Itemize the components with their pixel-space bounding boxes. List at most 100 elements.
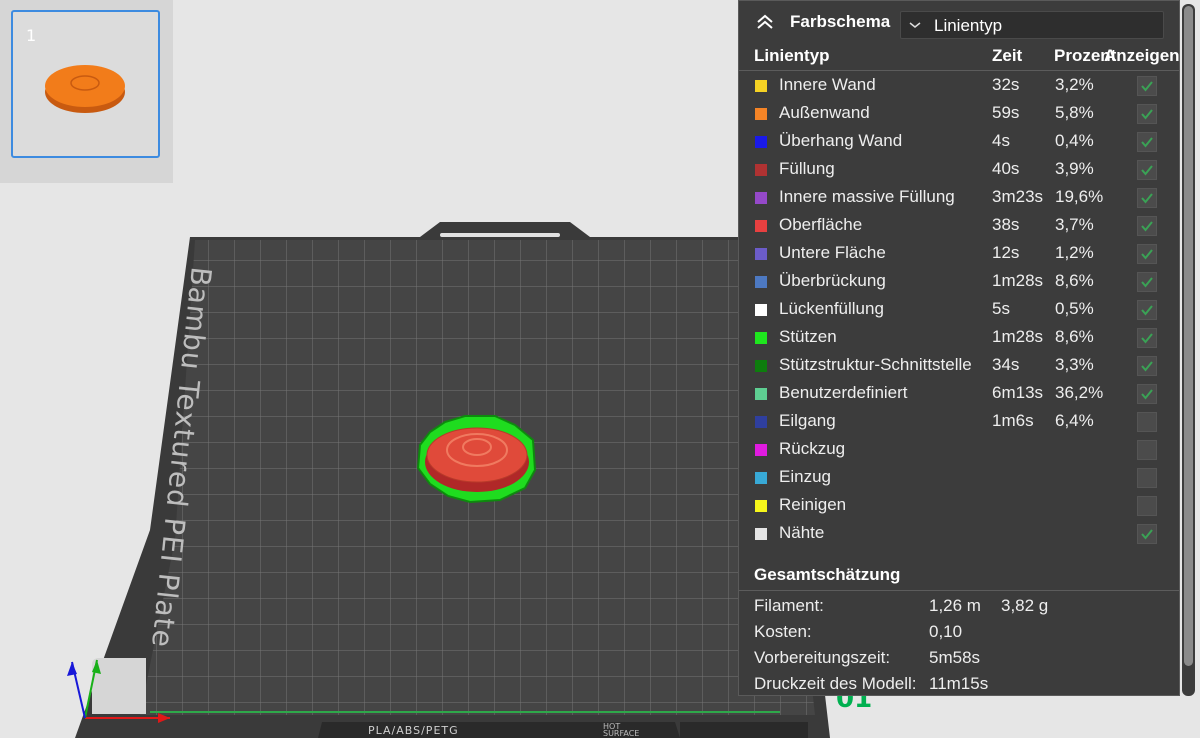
- summary-value: 1,26 m: [929, 596, 981, 615]
- checkmark-icon: [1141, 529, 1153, 540]
- line-type-time: 5s: [992, 299, 1010, 318]
- legend-row: Reinigen: [739, 492, 1179, 520]
- plate-thumbnail-area: 1: [0, 0, 173, 183]
- line-type-name: Rückzug: [779, 439, 846, 458]
- legend-row: Innere Wand 32s 3,2%: [739, 72, 1179, 100]
- plate-warning-label: HOT SURFACE: [603, 722, 640, 738]
- legend-scrollbar-thumb[interactable]: [1184, 6, 1193, 666]
- show-checkbox[interactable]: [1137, 300, 1157, 320]
- show-checkbox[interactable]: [1137, 76, 1157, 96]
- line-type-time: 6m13s: [992, 383, 1044, 402]
- line-type-name: Benutzerdefiniert: [779, 383, 908, 402]
- line-type-percent: 8,6%: [1055, 327, 1094, 346]
- line-type-time: 1m28s: [992, 327, 1044, 346]
- line-type-percent: 0,5%: [1055, 299, 1094, 318]
- show-checkbox[interactable]: [1137, 328, 1157, 348]
- view-type-select[interactable]: Linientyp: [900, 11, 1164, 39]
- line-type-name: Überbrückung: [779, 271, 886, 290]
- show-checkbox[interactable]: [1137, 272, 1157, 292]
- checkmark-icon: [1141, 305, 1153, 316]
- line-type-name: Stützen: [779, 327, 837, 346]
- line-type-name: Stützstruktur-Schnittstelle: [779, 355, 972, 374]
- checkmark-icon: [1141, 109, 1153, 120]
- summary-row: Druckzeit des Modell: 11m15s: [739, 672, 1179, 696]
- show-checkbox[interactable]: [1137, 440, 1157, 460]
- line-type-percent: 1,2%: [1055, 243, 1094, 262]
- line-type-name: Untere Fläche: [779, 243, 886, 262]
- color-swatch: [755, 108, 767, 120]
- legend-row: Benutzerdefiniert 6m13s 36,2%: [739, 380, 1179, 408]
- checkmark-icon: [1141, 249, 1153, 260]
- color-swatch: [755, 416, 767, 428]
- line-type-percent: 3,2%: [1055, 75, 1094, 94]
- show-checkbox[interactable]: [1137, 104, 1157, 124]
- line-type-name: Außenwand: [779, 103, 870, 122]
- color-swatch: [755, 136, 767, 148]
- show-checkbox[interactable]: [1137, 216, 1157, 236]
- line-type-time: 34s: [992, 355, 1020, 374]
- line-type-percent: 0,4%: [1055, 131, 1094, 150]
- line-type-name: Eilgang: [779, 411, 836, 430]
- checkmark-icon: [1141, 193, 1153, 204]
- column-header-time: Zeit: [992, 46, 1023, 65]
- show-checkbox[interactable]: [1137, 468, 1157, 488]
- legend-row: Einzug: [739, 464, 1179, 492]
- show-checkbox[interactable]: [1137, 524, 1157, 544]
- summary-row: Kosten: 0,10: [739, 620, 1179, 644]
- legend-row: Untere Fläche 12s 1,2%: [739, 240, 1179, 268]
- summary-divider: [739, 590, 1179, 591]
- line-type-name: Überhang Wand: [779, 131, 903, 150]
- show-checkbox[interactable]: [1137, 384, 1157, 404]
- legend-row: Füllung 40s 3,9%: [739, 156, 1179, 184]
- legend-row: Oberfläche 38s 3,7%: [739, 212, 1179, 240]
- summary-row: Vorbereitungszeit: 5m58s: [739, 646, 1179, 670]
- legend-row: Überbrückung 1m28s 8,6%: [739, 268, 1179, 296]
- legend-row: Überhang Wand 4s 0,4%: [739, 128, 1179, 156]
- summary-value: 11m15s: [929, 674, 989, 693]
- chevron-down-icon: [909, 22, 921, 28]
- view-type-value: Linientyp: [934, 16, 1003, 35]
- summary-label: Druckzeit des Modell:: [754, 674, 917, 693]
- legend-row: Stützstruktur-Schnittstelle 34s 3,3%: [739, 352, 1179, 380]
- summary-value: 5m58s: [929, 648, 981, 667]
- show-checkbox[interactable]: [1137, 496, 1157, 516]
- line-type-name: Füllung: [779, 159, 835, 178]
- show-checkbox[interactable]: [1137, 132, 1157, 152]
- legend-header: Farbschema Linientyp: [739, 1, 1179, 43]
- line-type-name: Reinigen: [779, 495, 847, 514]
- line-type-time: 4s: [992, 131, 1010, 150]
- summary-label: Kosten:: [754, 622, 812, 641]
- checkmark-icon: [1141, 361, 1153, 372]
- color-swatch: [755, 444, 767, 456]
- line-type-time: 40s: [992, 159, 1020, 178]
- model-thumbnail-icon: [45, 65, 125, 113]
- show-checkbox[interactable]: [1137, 412, 1157, 432]
- legend-row: Nähte: [739, 520, 1179, 548]
- checkmark-icon: [1141, 221, 1153, 232]
- line-type-time: 59s: [992, 103, 1020, 122]
- show-checkbox[interactable]: [1137, 160, 1157, 180]
- collapse-chevrons-icon[interactable]: [754, 11, 776, 33]
- column-header-show: Anzeigen: [1104, 46, 1180, 65]
- color-swatch: [755, 248, 767, 260]
- plate-thumbnail[interactable]: 1: [11, 10, 160, 158]
- legend-scrollbar[interactable]: [1182, 4, 1195, 696]
- show-checkbox[interactable]: [1137, 244, 1157, 264]
- color-swatch: [755, 388, 767, 400]
- summary-label: Filament:: [754, 596, 824, 615]
- checkmark-icon: [1141, 389, 1153, 400]
- line-type-name: Innere massive Füllung: [779, 187, 955, 206]
- line-type-percent: 3,9%: [1055, 159, 1094, 178]
- color-swatch: [755, 220, 767, 232]
- color-swatch: [755, 500, 767, 512]
- summary-title: Gesamtschätzung: [754, 565, 901, 584]
- show-checkbox[interactable]: [1137, 188, 1157, 208]
- color-swatch: [755, 80, 767, 92]
- color-swatch: [755, 472, 767, 484]
- summary-value-secondary: 3,82 g: [1001, 596, 1049, 615]
- line-type-name: Einzug: [779, 467, 831, 486]
- line-type-percent: 6,4%: [1055, 411, 1094, 430]
- line-type-time: 3m23s: [992, 187, 1044, 206]
- show-checkbox[interactable]: [1137, 356, 1157, 376]
- line-type-time: 1m6s: [992, 411, 1034, 430]
